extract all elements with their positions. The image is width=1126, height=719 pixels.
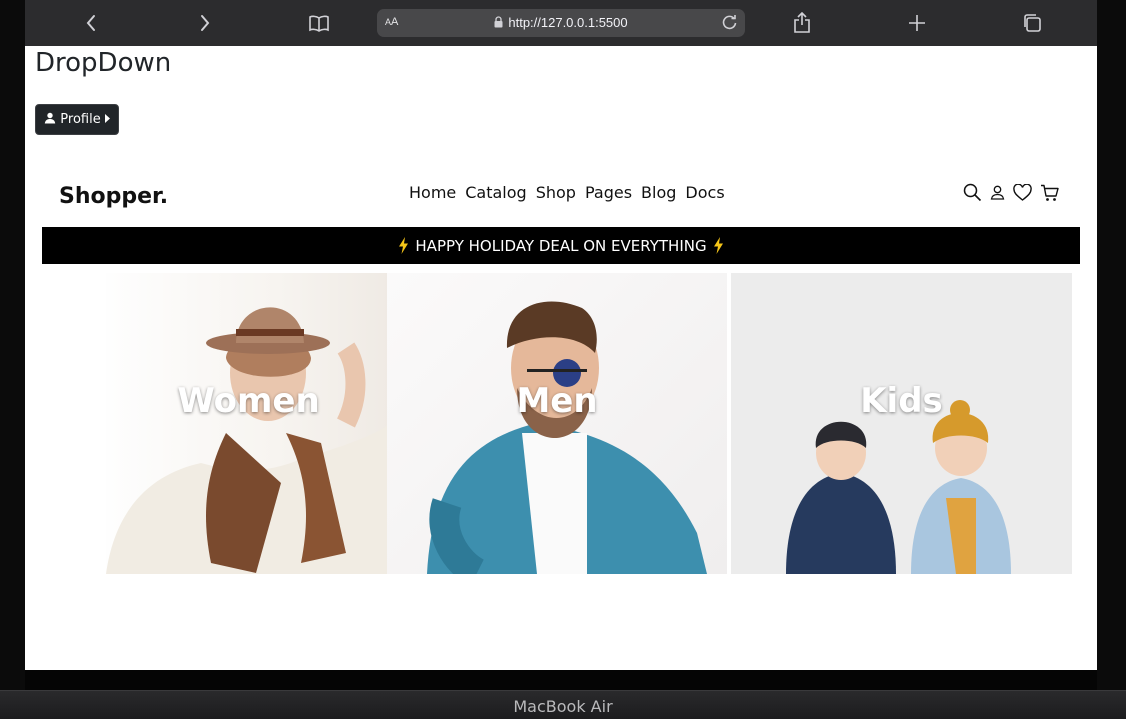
lightning-icon	[713, 237, 724, 254]
nav-catalog[interactable]: Catalog	[465, 183, 526, 202]
device-model-label: MacBook Air	[513, 697, 613, 716]
reload-icon[interactable]	[721, 14, 738, 36]
page-title: DropDown	[35, 48, 172, 78]
plus-icon[interactable]	[905, 11, 929, 35]
lock-icon	[494, 16, 503, 31]
cart-icon[interactable]	[1040, 184, 1059, 202]
device-bottom-bar: MacBook Air	[0, 690, 1126, 719]
user-icon[interactable]	[990, 185, 1005, 200]
promo-text: HAPPY HOLIDAY DEAL ON EVERYTHING	[415, 236, 707, 255]
chevron-left-icon[interactable]	[79, 11, 103, 35]
tabs-icon[interactable]	[1020, 11, 1044, 35]
category-card-kids[interactable]: Kids	[731, 273, 1072, 574]
url-display: http://127.0.0.1:5500	[377, 15, 745, 31]
url-text: http://127.0.0.1:5500	[508, 15, 628, 30]
category-card-women[interactable]: Women	[106, 273, 391, 574]
main-nav: Home Catalog Shop Pages Blog Docs	[409, 183, 725, 202]
device-bezel-left	[0, 0, 25, 690]
heart-icon[interactable]	[1013, 184, 1032, 201]
category-label-kids: Kids	[860, 381, 943, 421]
nav-icons	[963, 183, 1059, 202]
browser-toolbar: AA http://127.0.0.1:5500	[25, 0, 1097, 46]
nav-shop[interactable]: Shop	[536, 183, 576, 202]
lightning-icon	[398, 237, 409, 254]
nav-pages[interactable]: Pages	[585, 183, 632, 202]
kids-photo	[786, 400, 1011, 574]
women-photo	[106, 307, 391, 574]
book-icon[interactable]	[307, 11, 331, 35]
search-icon[interactable]	[963, 183, 982, 202]
category-label-women: Women	[177, 381, 320, 421]
share-icon[interactable]	[790, 11, 814, 35]
nav-docs[interactable]: Docs	[685, 183, 724, 202]
profile-button[interactable]: Profile	[35, 104, 119, 135]
chevron-right-icon[interactable]	[193, 11, 217, 35]
nav-blog[interactable]: Blog	[641, 183, 676, 202]
address-bar[interactable]: AA http://127.0.0.1:5500	[377, 9, 745, 37]
men-photo	[427, 301, 707, 574]
caret-right-icon	[104, 112, 110, 127]
web-page: DropDown Profile Shopper. Home Catalog S…	[25, 46, 1097, 670]
brand-logo[interactable]: Shopper.	[59, 184, 168, 209]
category-label-men: Men	[516, 381, 598, 421]
nav-home[interactable]: Home	[409, 183, 456, 202]
device-bezel-right	[1097, 0, 1126, 690]
promo-banner: HAPPY HOLIDAY DEAL ON EVERYTHING	[42, 227, 1080, 264]
profile-button-label: Profile	[60, 112, 101, 127]
user-icon	[44, 112, 56, 128]
category-card-men[interactable]: Men	[387, 273, 727, 574]
